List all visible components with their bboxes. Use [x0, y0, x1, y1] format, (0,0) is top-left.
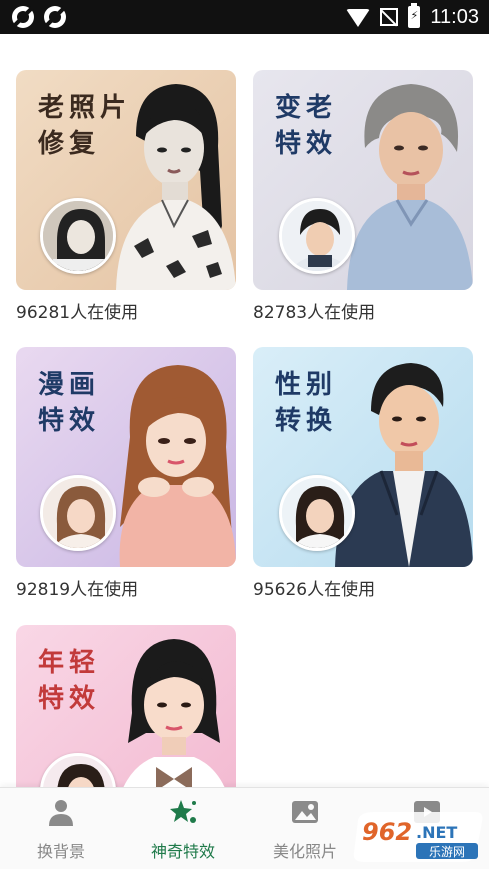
usage-count: 95626人在使用: [253, 580, 376, 600]
portrait-image: [335, 363, 473, 567]
preview-thumbnail: [40, 475, 116, 551]
nav-label: 神奇特效: [150, 842, 215, 861]
card-title: 年轻 特效: [38, 648, 101, 714]
sync-icon: [12, 6, 34, 28]
card-title: 性别 转换: [275, 370, 338, 436]
nav-label: 美化照片: [272, 842, 337, 861]
sparkle-icon: [170, 800, 196, 823]
card-image: 漫画 特效: [16, 347, 236, 567]
svg-text:.NET: .NET: [416, 823, 457, 842]
image-icon: [292, 801, 318, 823]
status-right: 11:03: [346, 3, 479, 30]
usage-count: 96281人在使用: [16, 303, 139, 323]
card-image: 性别 转换: [253, 347, 473, 567]
card-image: 年轻 特效: [16, 625, 236, 787]
nav-item-magic-effects[interactable]: 神奇特效: [133, 798, 233, 866]
portrait-image: [347, 84, 473, 290]
person-icon: [49, 800, 73, 826]
nav-item-change-background[interactable]: 换背景: [11, 798, 111, 866]
card-title: 老照片 修复: [38, 93, 132, 159]
battery-charging-icon: [408, 3, 421, 28]
effect-card-youth[interactable]: 年轻 特效: [16, 625, 236, 787]
preview-thumbnail: [40, 198, 116, 274]
nav-item-beautify-photo[interactable]: 美化照片: [255, 798, 355, 866]
portrait-image: [123, 639, 225, 787]
site-watermark: 962 .NET 乐游网: [350, 810, 484, 864]
no-sim-icon: [380, 8, 399, 26]
preview-thumbnail: [279, 475, 355, 551]
card-title: 漫画 特效: [38, 370, 101, 436]
preview-thumbnail: [40, 753, 116, 787]
usage-count: 82783人在使用: [253, 303, 376, 323]
status-left-icons: [12, 6, 66, 28]
card-image: 老照片 修复: [16, 70, 236, 290]
usage-count: 92819人在使用: [16, 580, 139, 600]
status-clock: 11:03: [430, 5, 479, 28]
nav-label: 换背景: [36, 842, 85, 861]
svg-text:乐游网: 乐游网: [429, 845, 465, 859]
svg-text:962: 962: [362, 818, 412, 846]
wifi-icon: [346, 9, 371, 27]
sync-icon: [44, 6, 66, 28]
card-title: 变老 特效: [275, 93, 338, 159]
card-image: 变老 特效: [253, 70, 473, 290]
portrait-image: [119, 365, 236, 567]
status-bar: 11:03: [0, 0, 489, 34]
preview-thumbnail: [279, 198, 355, 274]
